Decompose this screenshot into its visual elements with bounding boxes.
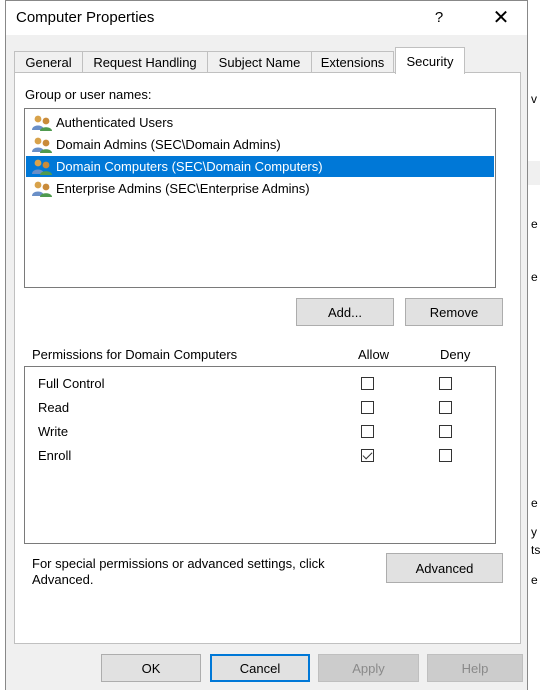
remove-button[interactable]: Remove xyxy=(405,298,503,326)
background-text: e xyxy=(531,573,538,587)
tab-subject-name[interactable]: Subject Name xyxy=(207,51,312,73)
allow-enroll-checkbox[interactable] xyxy=(361,449,374,462)
user-label: Enterprise Admins (SEC\Enterprise Admins… xyxy=(56,181,310,196)
deny-column-header: Deny xyxy=(440,347,471,362)
tab-security[interactable]: Security xyxy=(395,47,465,74)
special-permissions-text: For special permissions or advanced sett… xyxy=(32,556,325,571)
background-text: ts xyxy=(531,543,540,557)
list-item-domain-computers[interactable]: Domain Computers (SEC\Domain Computers) xyxy=(26,156,494,177)
cancel-button[interactable]: Cancel xyxy=(210,654,310,682)
user-label: Domain Admins (SEC\Domain Admins) xyxy=(56,137,281,152)
background-text: y xyxy=(531,525,537,539)
user-label: Domain Computers (SEC\Domain Computers) xyxy=(56,159,323,174)
permissions-list: Full Control Read Write Enroll xyxy=(24,366,496,544)
apply-button[interactable]: Apply xyxy=(318,654,419,682)
close-icon: ✕ xyxy=(492,6,510,29)
add-button[interactable]: Add... xyxy=(296,298,394,326)
advanced-button[interactable]: Advanced xyxy=(386,553,503,583)
deny-enroll-checkbox[interactable] xyxy=(439,449,452,462)
background-text: v xyxy=(531,92,537,106)
deny-full-control-checkbox[interactable] xyxy=(439,377,452,390)
allow-read-checkbox[interactable] xyxy=(361,401,374,414)
background-text: e xyxy=(531,496,538,510)
user-group-icon xyxy=(31,114,53,132)
deny-write-checkbox[interactable] xyxy=(439,425,452,438)
permission-label: Full Control xyxy=(38,376,105,391)
allow-column-header: Allow xyxy=(358,347,390,362)
allow-full-control-checkbox[interactable] xyxy=(361,377,374,390)
permission-label: Read xyxy=(38,400,70,415)
special-permissions-text-2: Advanced. xyxy=(32,572,94,587)
deny-read-checkbox[interactable] xyxy=(439,401,452,414)
background-text: e xyxy=(531,270,538,284)
allow-write-checkbox[interactable] xyxy=(361,425,374,438)
list-item-domain-admins[interactable]: Domain Admins (SEC\Domain Admins) xyxy=(26,134,494,155)
computer-properties-dialog: Computer Properties ? ✕ General Request … xyxy=(5,0,528,690)
tab-request-handling[interactable]: Request Handling xyxy=(82,51,208,73)
user-group-icon xyxy=(31,136,53,154)
background-band xyxy=(528,161,540,185)
close-button[interactable]: ✕ xyxy=(476,1,526,33)
user-label: Authenticated Users xyxy=(56,115,174,130)
permission-label: Enroll xyxy=(38,448,72,463)
user-group-icon xyxy=(31,180,53,198)
list-item-enterprise-admins[interactable]: Enterprise Admins (SEC\Enterprise Admins… xyxy=(26,178,494,199)
window-title: Computer Properties xyxy=(16,9,155,26)
permissions-label: Permissions for Domain Computers xyxy=(32,347,238,362)
group-user-names-label: Group or user names: xyxy=(25,87,152,102)
dialog-body: General Request Handling Subject Name Ex… xyxy=(6,35,527,690)
tab-general[interactable]: General xyxy=(14,51,83,73)
help-question-button[interactable]: ? xyxy=(416,1,462,33)
help-button[interactable]: Help xyxy=(427,654,523,682)
ok-button[interactable]: OK xyxy=(101,654,201,682)
user-list[interactable]: Authenticated Users Domain Admins (SEC\D… xyxy=(24,108,496,288)
tab-extensions[interactable]: Extensions xyxy=(311,51,394,73)
user-group-icon xyxy=(31,158,53,176)
permission-label: Write xyxy=(38,424,69,439)
list-item-authenticated-users[interactable]: Authenticated Users xyxy=(26,112,494,133)
background-text: e xyxy=(531,217,538,231)
title-bar[interactable]: Computer Properties ? ✕ xyxy=(6,1,527,35)
